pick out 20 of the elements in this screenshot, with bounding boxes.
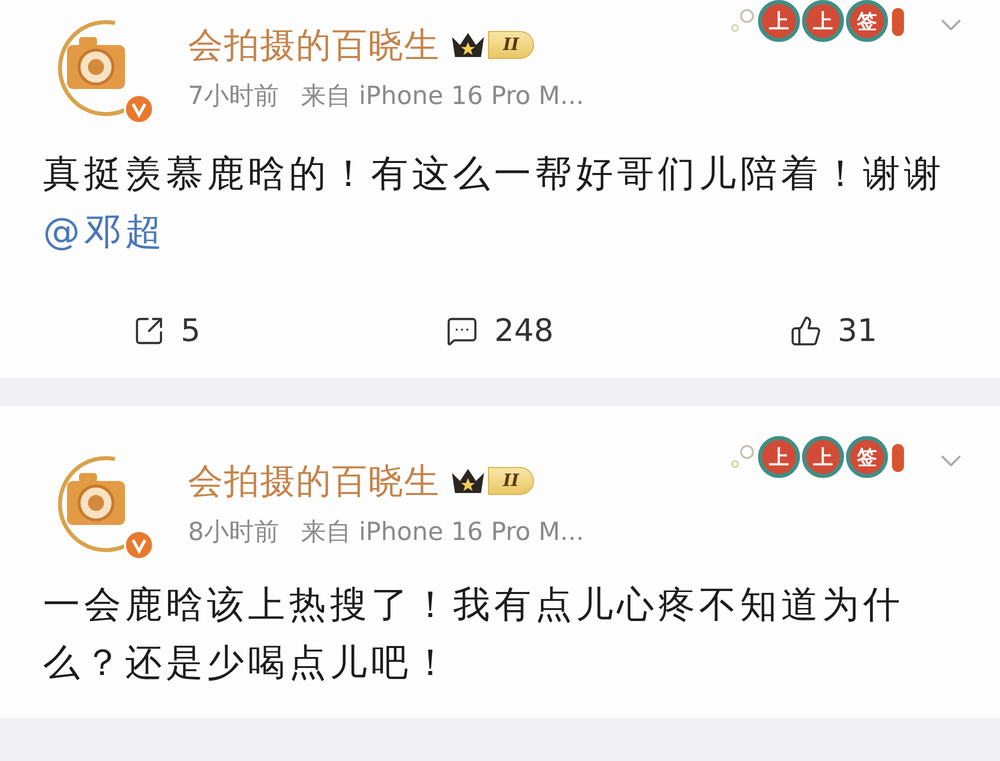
badge-tile: 上 bbox=[758, 436, 800, 478]
badge-tile: 签 bbox=[846, 0, 888, 42]
mention-link[interactable]: @邓超 bbox=[43, 210, 166, 253]
comment-button[interactable]: 248 bbox=[446, 306, 554, 356]
post-time: 8小时前 bbox=[188, 516, 279, 548]
thumbs-up-icon bbox=[790, 315, 822, 347]
post-source: 来自 iPhone 16 Pro M... bbox=[300, 80, 584, 112]
badge-tile: 上 bbox=[802, 0, 844, 42]
post-text: 真挺羡慕鹿晗的！有这么一帮好哥们儿陪着！谢谢 @邓超 bbox=[43, 151, 946, 255]
like-button[interactable]: 31 bbox=[790, 306, 878, 356]
badge-tile: 签 bbox=[846, 436, 888, 478]
badge-tile: 上 bbox=[802, 436, 844, 478]
comment-icon bbox=[446, 315, 478, 347]
repost-button[interactable]: 5 bbox=[132, 306, 201, 356]
level-badge: II bbox=[488, 31, 534, 59]
post-time: 7小时前 bbox=[188, 80, 279, 112]
badge-tile: 上 bbox=[758, 0, 800, 42]
post-text: 一会鹿晗该上热搜了！我有点儿心疼不知道为什么？还是少喝点儿吧！ bbox=[43, 582, 905, 686]
level-badge: II bbox=[488, 467, 534, 495]
post-source: 来自 iPhone 16 Pro M... bbox=[300, 516, 584, 548]
